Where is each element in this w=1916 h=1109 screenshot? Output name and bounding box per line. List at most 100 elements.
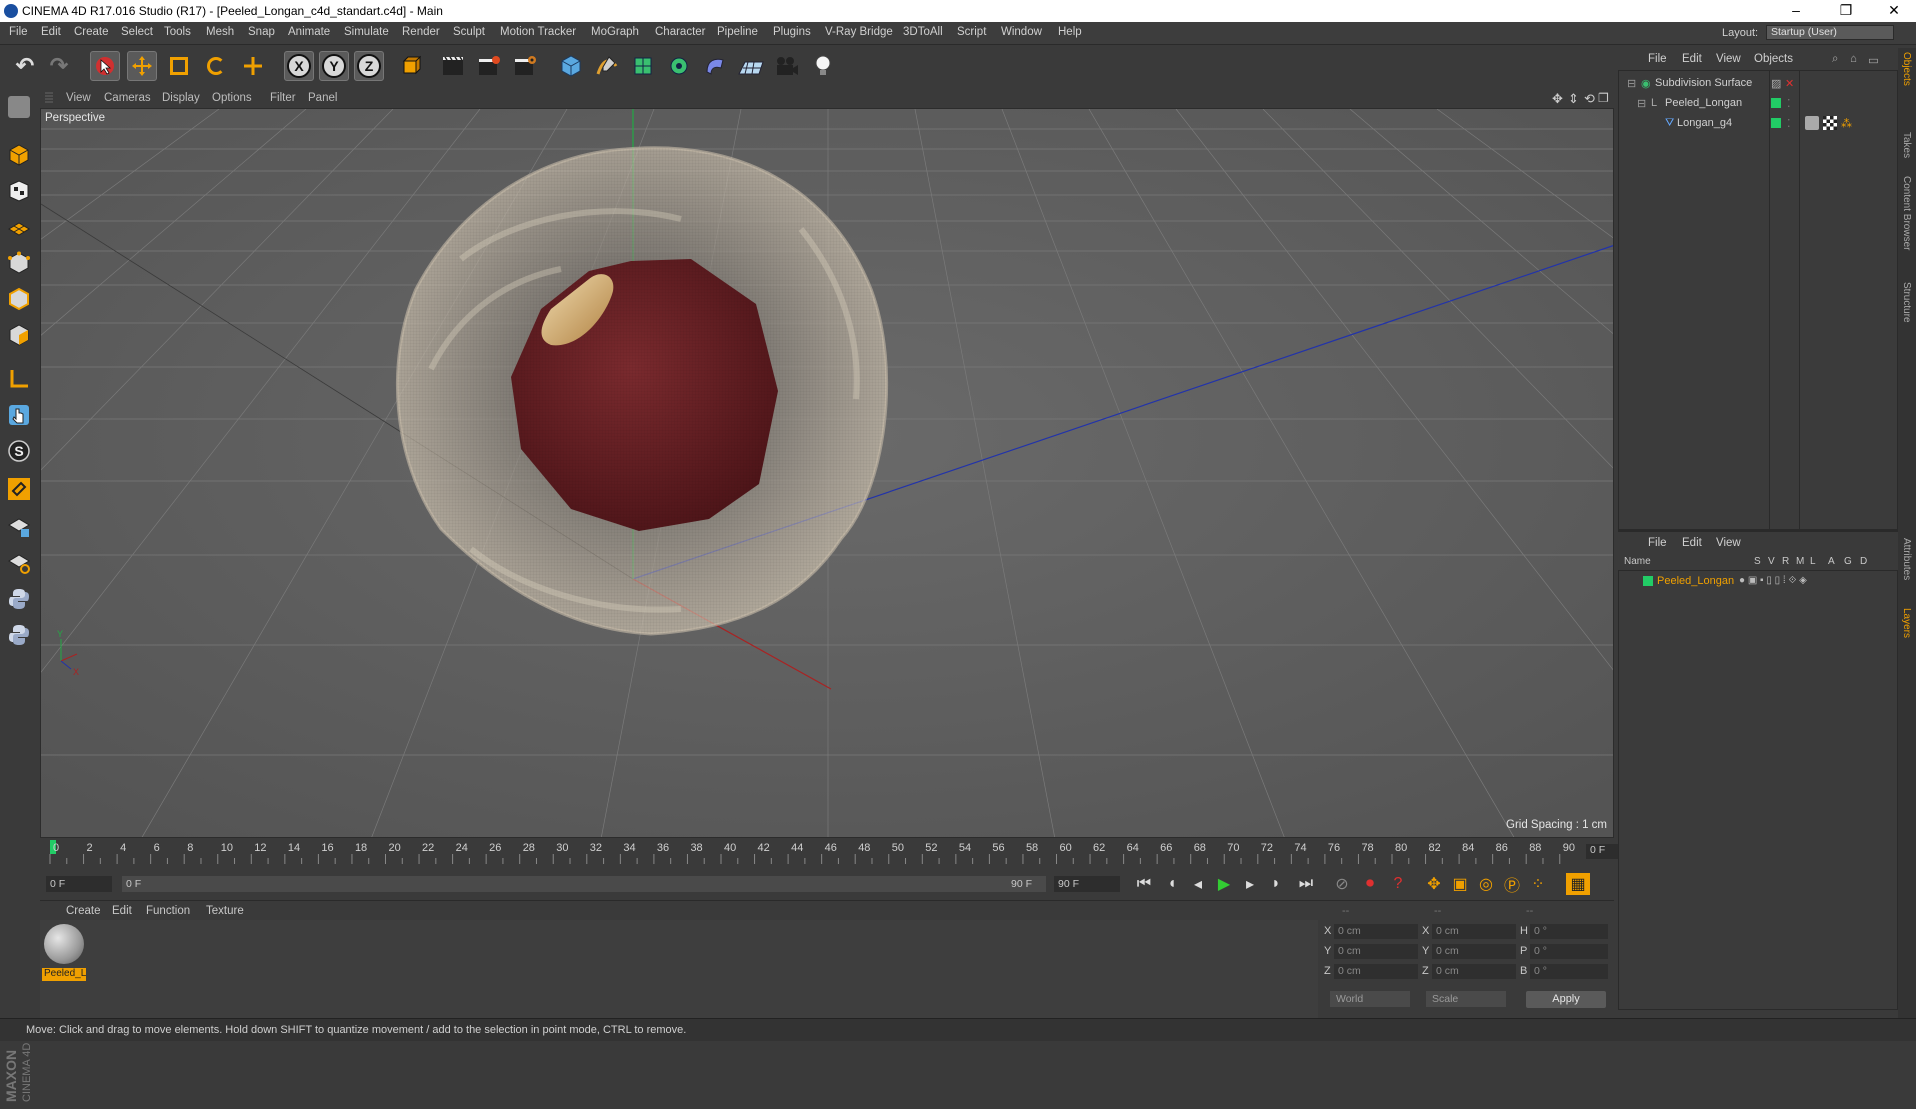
sculpt-mode-icon[interactable] — [4, 92, 34, 122]
tab-content-browser[interactable]: Content Browser — [1901, 176, 1912, 250]
deformer-icon[interactable] — [700, 51, 730, 81]
python-script-icon-1[interactable] — [4, 584, 34, 614]
restore-button[interactable]: ❐ — [1826, 2, 1866, 19]
transform-icon[interactable] — [238, 51, 268, 81]
viewport-menu-cameras[interactable]: Cameras — [104, 92, 151, 104]
minimize-button[interactable]: – — [1776, 2, 1816, 18]
object-menu-file[interactable]: File — [1648, 53, 1667, 65]
magnet-icon[interactable] — [4, 474, 34, 504]
menu-create[interactable]: Create — [74, 26, 109, 38]
render-view-icon[interactable] — [438, 51, 468, 81]
menu-character[interactable]: Character — [655, 26, 706, 38]
menu-mesh[interactable]: Mesh — [206, 26, 234, 38]
object-menu-objects[interactable]: Objects — [1754, 53, 1793, 65]
key-scale-icon[interactable]: ▣ — [1448, 873, 1472, 895]
key-parameter-icon[interactable]: Ⓟ — [1500, 873, 1524, 895]
y-axis-lock[interactable]: Y — [319, 51, 349, 81]
planar-workplane-icon[interactable] — [4, 548, 34, 578]
menu-pipeline[interactable]: Pipeline — [717, 26, 758, 38]
camera-icon[interactable] — [772, 51, 802, 81]
light-icon[interactable] — [808, 51, 838, 81]
object-new-window-icon[interactable]: ▭ — [1868, 53, 1879, 67]
previous-key-icon[interactable]: ◖ — [1160, 873, 1184, 895]
menu-motion-tracker[interactable]: Motion Tracker — [500, 26, 576, 38]
menu-mograph[interactable]: MoGraph — [591, 26, 639, 38]
perspective-viewport[interactable]: Y X Perspective Grid Spacing : 1 cm — [40, 108, 1614, 838]
points-mode-icon[interactable] — [4, 248, 34, 278]
menu-render[interactable]: Render — [402, 26, 440, 38]
spline-pen-icon[interactable] — [592, 51, 622, 81]
tree-toggle-icon[interactable]: ⊟ — [1627, 77, 1636, 90]
object-row-peeled-longan[interactable]: ⊟ L Peeled_Longan ⁚ — [1619, 93, 1899, 113]
material-name-label[interactable]: Peeled_L — [42, 968, 86, 981]
record-active-icon[interactable]: ⊘ — [1330, 873, 1354, 895]
end-frame-field[interactable]: 90 F — [1054, 876, 1120, 892]
undo-icon[interactable]: ↶ — [10, 51, 40, 81]
viewport-zoom-icon[interactable]: ⇕ — [1568, 91, 1579, 107]
pos-z-field[interactable]: 0 cm — [1334, 964, 1418, 979]
menu-vray-bridge[interactable]: V-Ray Bridge — [825, 26, 893, 38]
layout-select[interactable]: Startup (User) — [1766, 25, 1894, 40]
cube-primitive-icon[interactable] — [556, 51, 586, 81]
object-row-longan-g4[interactable]: ⛛ Longan_g4 ⁚ ⁂ — [1619, 113, 1899, 133]
floor-icon[interactable] — [736, 51, 766, 81]
tree-toggle-icon[interactable]: ⊟ — [1637, 97, 1646, 110]
texture-mode-icon[interactable] — [4, 176, 34, 206]
rot-b-field[interactable]: 0 ° — [1530, 964, 1608, 979]
size-z-field[interactable]: 0 cm — [1432, 964, 1516, 979]
material-menu-edit[interactable]: Edit — [112, 905, 132, 917]
move-icon[interactable] — [127, 51, 157, 81]
timeline-ruler[interactable]: 0 2 4 6 8 10 12 14 16 18 20 22 24 26 28 30 32 34 36 38 40 42 4… — [40, 838, 1650, 868]
select-arrow-icon[interactable] — [90, 51, 120, 81]
menu-help[interactable]: Help — [1058, 26, 1082, 38]
viewport-menu-panel[interactable]: Panel — [308, 92, 337, 104]
viewport-rotate-icon[interactable]: ⟲ — [1584, 91, 1595, 107]
vray-tag-icon[interactable]: ⁂ — [1841, 117, 1852, 130]
viewport-maximize-icon[interactable]: ❐ — [1598, 91, 1609, 105]
python-script-icon-2[interactable] — [4, 620, 34, 650]
menu-animate[interactable]: Animate — [288, 26, 330, 38]
tab-structure[interactable]: Structure — [1901, 282, 1912, 323]
tweak-mode-icon[interactable] — [4, 400, 34, 430]
menu-select[interactable]: Select — [121, 26, 153, 38]
menu-plugins[interactable]: Plugins — [773, 26, 811, 38]
go-to-end-icon[interactable]: ⏭ — [1294, 873, 1318, 895]
material-menu-function[interactable]: Function — [146, 905, 190, 917]
disabled-x-icon[interactable]: ✕ — [1785, 77, 1794, 90]
start-frame-field[interactable]: 0 F — [46, 876, 112, 892]
layer-color-chip[interactable] — [1643, 576, 1653, 586]
axis-mode-icon[interactable] — [4, 364, 34, 394]
redo-icon[interactable]: ↷ — [44, 51, 74, 81]
edges-mode-icon[interactable] — [4, 284, 34, 314]
pos-y-field[interactable]: 0 cm — [1334, 944, 1418, 959]
snap-icon[interactable]: S — [4, 436, 34, 466]
tab-objects[interactable]: Objects — [1901, 52, 1912, 86]
locked-workplane-icon[interactable] — [4, 512, 34, 542]
frame-range-slider[interactable]: 0 F 90 F — [122, 876, 1046, 892]
menu-3dtoall[interactable]: 3DToAll — [903, 26, 943, 38]
menu-tools[interactable]: Tools — [164, 26, 191, 38]
size-mode-select[interactable]: Scale — [1426, 991, 1506, 1007]
object-menu-view[interactable]: View — [1716, 53, 1741, 65]
material-menu-create[interactable]: Create — [66, 905, 101, 917]
layer-menu-edit[interactable]: Edit — [1682, 537, 1702, 549]
size-y-field[interactable]: 0 cm — [1432, 944, 1516, 959]
key-position-icon[interactable]: ✥ — [1422, 873, 1446, 895]
menu-simulate[interactable]: Simulate — [344, 26, 389, 38]
subdivision-icon[interactable] — [628, 51, 658, 81]
next-frame-icon[interactable]: ▸ — [1238, 873, 1262, 895]
close-button[interactable]: ✕ — [1874, 2, 1914, 19]
keyframe-selection-icon[interactable]: ? — [1386, 873, 1410, 895]
material-tag-icon[interactable] — [1823, 116, 1837, 130]
rot-h-field[interactable]: 0 ° — [1530, 924, 1608, 939]
z-axis-lock[interactable]: Z — [354, 51, 384, 81]
material-preview-ball[interactable] — [44, 924, 84, 964]
viewport-move-icon[interactable]: ✥ — [1552, 91, 1563, 107]
go-to-start-icon[interactable]: ⏮ — [1132, 873, 1156, 895]
menu-snap[interactable]: Snap — [248, 26, 275, 38]
world-coords-icon[interactable] — [395, 51, 425, 81]
layer-flag-icons[interactable]: ● ▣ ▪ ▯ ▯ ⁞ ⟐ ◈ — [1739, 575, 1807, 586]
object-menu-edit[interactable]: Edit — [1682, 53, 1702, 65]
material-menu-texture[interactable]: Texture — [206, 905, 244, 917]
mograph-cloner-icon[interactable] — [664, 51, 694, 81]
